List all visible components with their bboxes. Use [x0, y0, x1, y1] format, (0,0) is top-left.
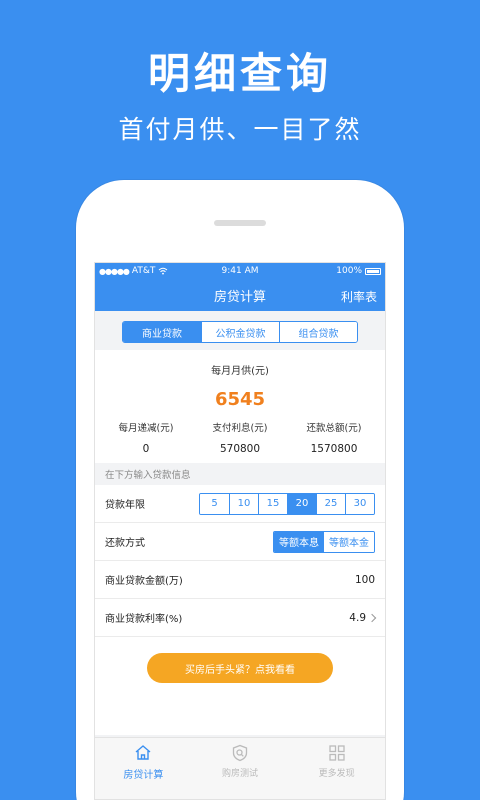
loan-rate-row[interactable]: 商业贷款利率(%) 4.9 — [95, 599, 385, 637]
stat-monthly-decrease: 每月递减(元) 0 — [99, 420, 193, 455]
tabbar-label: 房贷计算 — [123, 770, 164, 781]
signal-icon: ●●●●● — [99, 266, 130, 276]
repayment-method-label: 还款方式 — [105, 538, 145, 549]
home-icon — [135, 745, 151, 760]
status-bar: ●●●●● AT&T 9:41 AM 100% — [95, 263, 385, 279]
tab-combined-loan[interactable]: 组合贷款 — [279, 322, 357, 342]
loan-years-selector: 5 10 15 20 25 30 — [199, 492, 375, 515]
stat-label: 每月递减(元) — [118, 423, 174, 434]
year-option-5[interactable]: 5 — [200, 493, 229, 514]
loan-amount-row[interactable]: 商业贷款金额(万) 100 — [95, 561, 385, 599]
clock-label: 9:41 AM — [221, 266, 259, 276]
grid-icon — [328, 745, 345, 761]
tab-provident-fund-loan[interactable]: 公积金贷款 — [201, 322, 279, 342]
tabbar-label: 购房测试 — [221, 769, 258, 779]
year-option-10[interactable]: 10 — [229, 493, 258, 514]
stat-value: 0 — [142, 443, 150, 455]
loan-amount-value[interactable]: 100 — [355, 574, 375, 586]
year-option-25[interactable]: 25 — [316, 493, 345, 514]
stat-label: 支付利息(元) — [212, 423, 268, 434]
monthly-payment-label: 每月月供(元) — [211, 366, 269, 377]
loan-years-label: 贷款年限 — [105, 500, 145, 511]
tabbar-item-purchase-test[interactable]: 购房测试 — [195, 744, 285, 799]
tab-commercial-loan[interactable]: 商业贷款 — [123, 322, 201, 342]
loan-rate-value: 4.9 — [349, 611, 366, 624]
loan-rate-value-wrap[interactable]: 4.9 — [349, 611, 377, 624]
battery-icon — [365, 267, 381, 275]
method-equal-installment[interactable]: 等额本息 — [274, 531, 324, 552]
tabbar-label: 更多发现 — [318, 769, 355, 779]
bottom-tab-bar: 房贷计算 购房测试 更多发现 — [95, 737, 385, 799]
stat-value: 1570800 — [310, 443, 358, 455]
year-option-15[interactable]: 15 — [258, 493, 287, 514]
year-option-30[interactable]: 30 — [345, 493, 374, 514]
year-option-20[interactable]: 20 — [287, 493, 316, 514]
phone-speaker — [214, 220, 266, 226]
stat-label: 还款总额(元) — [306, 423, 362, 434]
stat-value: 570800 — [219, 443, 261, 455]
loan-years-row: 贷款年限 5 10 15 20 25 30 — [95, 485, 385, 523]
loan-form: 贷款年限 5 10 15 20 25 30 还款方式 等额本息 等额本金 商业贷… — [95, 485, 385, 637]
loan-type-tabs-wrap: 商业贷款 公积金贷款 组合贷款 — [95, 311, 385, 350]
tabbar-item-more[interactable]: 更多发现 — [292, 744, 382, 799]
rate-table-link[interactable]: 利率表 — [341, 288, 377, 305]
cta-wrap: 买房后手头紧？点我看看 — [95, 637, 385, 735]
loan-type-tabs: 商业贷款 公积金贷款 组合贷款 — [122, 321, 358, 343]
hero-title: 明细查询 — [147, 49, 332, 98]
loan-amount-label: 商业贷款金额(万) — [105, 576, 183, 587]
app-screen: ●●●●● AT&T 9:41 AM 100% 房贷计算 利率表 商业贷款 公积… — [94, 262, 386, 800]
result-panel: 每月月供(元) 6545 每月递减(元) 0 支付利息(元) 570800 还款… — [95, 350, 385, 463]
repayment-method-row: 还款方式 等额本息 等额本金 — [95, 523, 385, 561]
page-title: 房贷计算 — [213, 289, 266, 305]
carrier-label: AT&T — [131, 266, 156, 276]
battery-label: 100% — [336, 266, 362, 276]
method-equal-principal[interactable]: 等额本金 — [324, 531, 374, 552]
repayment-method-selector: 等额本息 等额本金 — [273, 530, 375, 553]
tabbar-item-loan-calc[interactable]: 房贷计算 — [98, 744, 188, 799]
input-section-hint: 在下方输入贷款信息 — [95, 463, 385, 485]
chevron-right-icon — [367, 613, 377, 622]
wifi-icon — [159, 267, 168, 275]
stat-interest-paid: 支付利息(元) 570800 — [193, 420, 287, 455]
nav-bar: 房贷计算 利率表 — [95, 279, 385, 311]
loan-rate-label: 商业贷款利率(%) — [105, 614, 183, 625]
result-stats: 每月递减(元) 0 支付利息(元) 570800 还款总额(元) 1570800 — [95, 420, 385, 455]
stat-total-repayment: 还款总额(元) 1570800 — [287, 420, 381, 455]
hero-subtitle: 首付月供、一目了然 — [118, 115, 362, 144]
monthly-payment-value: 6545 — [214, 389, 266, 410]
tight-budget-cta-button[interactable]: 买房后手头紧？点我看看 — [147, 653, 333, 683]
shield-search-icon — [232, 744, 248, 762]
